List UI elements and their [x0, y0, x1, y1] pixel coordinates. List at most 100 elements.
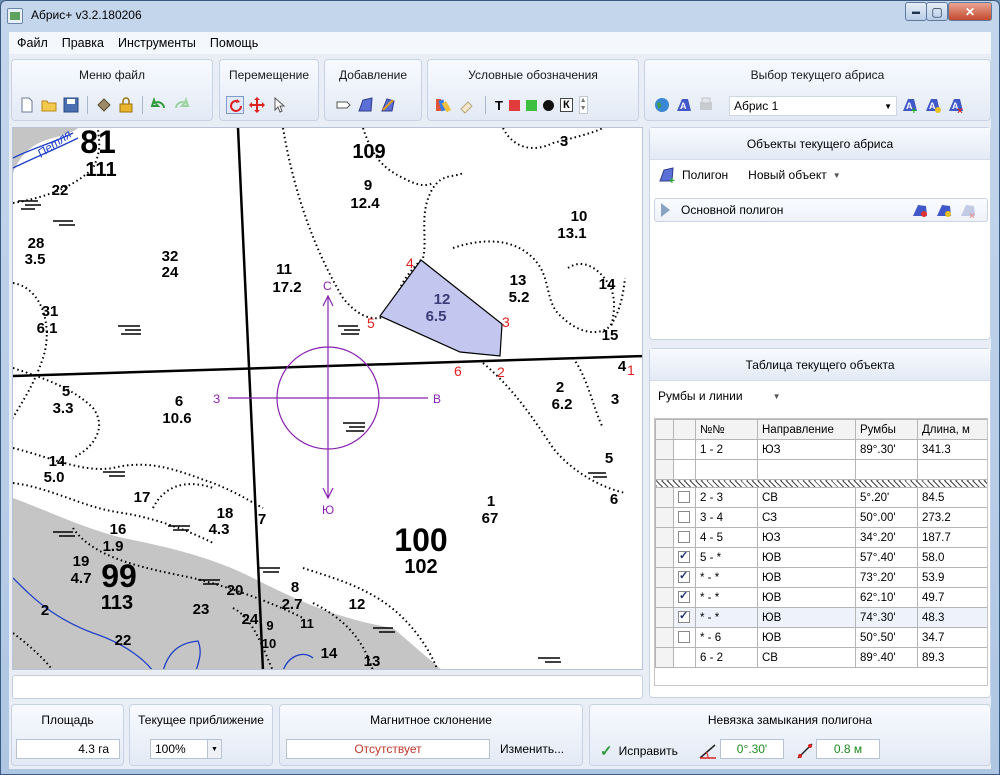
spin-up-icon[interactable]: ▲: [580, 97, 587, 105]
cell-direction[interactable]: ЮЗ: [757, 439, 856, 460]
cell-rumb[interactable]: 89°.40': [855, 647, 918, 668]
row-checkbox[interactable]: [678, 549, 690, 564]
add-polygon-icon[interactable]: [357, 96, 375, 114]
text-tool-icon[interactable]: Т: [495, 98, 503, 113]
palette-icon[interactable]: [434, 96, 452, 114]
row-selector[interactable]: [655, 507, 674, 528]
cell-length[interactable]: 89.3: [917, 647, 987, 668]
row-selector[interactable]: [655, 607, 674, 628]
cell-num[interactable]: 3 - 4: [695, 507, 758, 528]
rotate-icon[interactable]: [226, 96, 244, 114]
close-button[interactable]: ✕: [948, 2, 992, 21]
table-row[interactable]: * - *ЮВ73°.20'53.9: [655, 567, 987, 588]
table-row[interactable]: * - *ЮВ62°.10'49.7: [655, 587, 987, 608]
edit-object-icon[interactable]: [935, 201, 953, 219]
cell-num[interactable]: 4 - 5: [695, 527, 758, 548]
row-selector[interactable]: [655, 487, 674, 508]
cell-direction[interactable]: СВ: [757, 647, 856, 668]
maximize-button[interactable]: ▢: [926, 2, 948, 21]
cell-direction[interactable]: СВ: [757, 487, 856, 508]
move-arrows-icon[interactable]: [248, 96, 266, 114]
polygon-add-icon[interactable]: +: [658, 166, 676, 187]
check-cell[interactable]: [673, 507, 696, 528]
red-color-swatch[interactable]: [508, 99, 520, 111]
undo-icon[interactable]: [150, 96, 168, 114]
table-row[interactable]: 5 - *ЮВ57°.40'58.0: [655, 547, 987, 568]
check-cell[interactable]: [673, 487, 696, 508]
column-header-direction[interactable]: Направление: [757, 419, 856, 440]
cell-rumb[interactable]: 5°.20': [855, 487, 918, 508]
globe-icon[interactable]: [653, 96, 671, 114]
save-icon[interactable]: [62, 96, 80, 114]
delete-object-icon[interactable]: ×: [959, 201, 977, 222]
cell-length[interactable]: 53.9: [917, 567, 987, 588]
cell-rumb[interactable]: 50°.50': [855, 627, 918, 648]
column-header-rumb[interactable]: Румбы: [855, 419, 918, 440]
cell-direction[interactable]: ЮЗ: [757, 527, 856, 548]
table-row[interactable]: 4 - 5 ЮЗ 34°.20' 187.7: [655, 527, 987, 548]
menu-help[interactable]: Помощь: [202, 36, 264, 50]
cell-direction[interactable]: ЮВ: [757, 547, 856, 568]
eraser-icon[interactable]: [458, 96, 476, 114]
cell-length[interactable]: 84.5: [917, 487, 987, 508]
check-cell[interactable]: [673, 567, 696, 588]
cell-length[interactable]: 34.7: [917, 627, 987, 648]
add-line-icon[interactable]: [335, 96, 353, 114]
cell-rumb[interactable]: 62°.10': [855, 587, 918, 608]
cell-length[interactable]: 273.2: [917, 507, 987, 528]
cell-num[interactable]: 2 - 3: [695, 487, 758, 508]
add-text-icon[interactable]: [379, 96, 397, 114]
pointer-icon[interactable]: [270, 96, 288, 114]
map-canvas[interactable]: 1 2 3 4 5 6 С Ю З В Петля 12 6.5 81 111 …: [12, 127, 643, 670]
object-item[interactable]: Основной полигон ×: [654, 198, 988, 222]
cell-num[interactable]: [695, 459, 758, 480]
row-checkbox[interactable]: [678, 631, 690, 644]
menu-edit[interactable]: Правка: [54, 36, 110, 50]
row-selector[interactable]: [655, 587, 674, 608]
cell-num[interactable]: 6 - 2: [695, 647, 758, 668]
cell-direction[interactable]: ЮВ: [757, 567, 856, 588]
row-selector[interactable]: [655, 567, 674, 588]
spin-down-icon[interactable]: ▼: [580, 105, 587, 113]
table-row[interactable]: * - *ЮВ74°.30'48.3: [655, 607, 987, 628]
table-row[interactable]: [655, 459, 987, 480]
delete-abris-icon[interactable]: A ×: [947, 96, 965, 117]
cell-rumb[interactable]: [855, 459, 918, 480]
cell-rumb[interactable]: 57°.40': [855, 547, 918, 568]
zoom-dropdown-icon[interactable]: ▼: [207, 740, 221, 758]
cell-length[interactable]: 187.7: [917, 527, 987, 548]
menu-tools[interactable]: Инструменты: [110, 36, 202, 50]
add-abris-icon[interactable]: A +: [901, 96, 919, 117]
lock-icon[interactable]: [117, 96, 135, 114]
table-row[interactable]: [655, 479, 987, 488]
row-checkbox[interactable]: [678, 609, 690, 624]
table-row[interactable]: 1 - 2 ЮЗ 89°.30' 341.3: [655, 439, 987, 460]
column-header-num[interactable]: №№: [695, 419, 758, 440]
object-expand-icon[interactable]: [661, 203, 670, 217]
cell-rumb[interactable]: 73°.20': [855, 567, 918, 588]
cell-rumb[interactable]: 74°.30': [855, 607, 918, 628]
cell-length[interactable]: 48.3: [917, 607, 987, 628]
check-cell[interactable]: [673, 547, 696, 568]
cell-num[interactable]: * - *: [695, 567, 758, 588]
table-row[interactable]: * - 6 ЮВ 50°.50' 34.7: [655, 627, 987, 648]
cell-direction[interactable]: ЮВ: [757, 627, 856, 648]
open-folder-icon[interactable]: [40, 96, 58, 114]
menu-file[interactable]: Файл: [9, 36, 54, 50]
cell-rumb[interactable]: 89°.30': [855, 439, 918, 460]
cell-num[interactable]: 1 - 2: [695, 439, 758, 460]
check-cell[interactable]: [673, 607, 696, 628]
redo-icon[interactable]: [172, 96, 190, 114]
check-cell[interactable]: [673, 627, 696, 648]
spin-icon[interactable]: ▲ ▼: [578, 96, 588, 114]
check-cell[interactable]: [673, 587, 696, 608]
change-button[interactable]: Изменить...: [500, 742, 564, 756]
abris-select[interactable]: Абрис 1 ▼: [729, 96, 897, 116]
green-color-swatch[interactable]: [525, 99, 537, 111]
table-mode-select[interactable]: Румбы и линии ▼: [658, 389, 781, 403]
properties-icon[interactable]: [95, 96, 113, 114]
row-selector[interactable]: [655, 627, 674, 648]
cell-rumb[interactable]: 50°.00': [855, 507, 918, 528]
row-selector[interactable]: [655, 547, 674, 568]
cell-length[interactable]: [917, 459, 987, 480]
